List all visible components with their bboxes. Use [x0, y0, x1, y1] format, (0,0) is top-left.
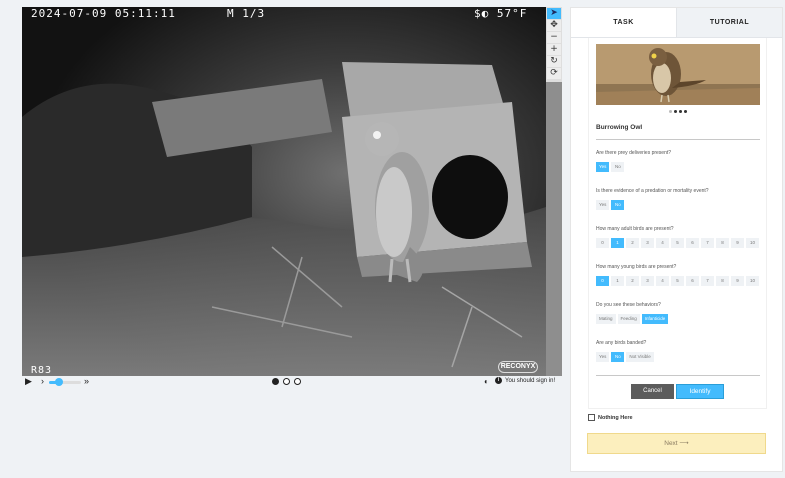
answer-option[interactable]: Yes: [596, 352, 610, 362]
panel-tabs: TASK TUTORIAL: [571, 8, 782, 38]
nothing-here-option[interactable]: Nothing Here: [588, 414, 633, 421]
answer-option[interactable]: 2: [626, 276, 639, 286]
photo-carousel-dots: [669, 110, 687, 113]
step-icon[interactable]: ›: [41, 376, 44, 386]
classify-page: 2024-07-09 05:11:11 M 1/3 $◐ 57°F R83 RE…: [0, 0, 785, 478]
divider: [596, 375, 760, 376]
answer-options: Yes No: [596, 200, 625, 210]
frame-selector: [272, 378, 301, 385]
answer-options: Mating Feeding Infanticide: [596, 314, 669, 324]
carousel-dot[interactable]: [669, 110, 672, 113]
cancel-button[interactable]: Cancel: [631, 384, 674, 399]
camera-trap-image[interactable]: 2024-07-09 05:11:11 M 1/3 $◐ 57°F R83 RE…: [22, 7, 546, 376]
answer-option[interactable]: 3: [641, 276, 654, 286]
task-panel: TASK TUTORIAL Burrowing Owl Are there pr…: [570, 7, 783, 472]
answer-option[interactable]: 10: [746, 238, 759, 248]
camera-brand-logo: RECONYX: [498, 361, 538, 373]
owl-photo-graphic: [596, 44, 760, 105]
answer-option[interactable]: Not Visible: [626, 352, 654, 362]
question-label: Is there evidence of a predation or mort…: [596, 188, 709, 194]
answer-option[interactable]: Feeding: [617, 314, 640, 324]
answer-option[interactable]: 0: [596, 238, 609, 248]
carousel-dot[interactable]: [684, 110, 687, 113]
contrast-icon[interactable]: ◐: [484, 377, 489, 386]
camera-timestamp: 2024-07-09 05:11:11: [31, 7, 176, 20]
answer-option[interactable]: 1: [611, 276, 624, 286]
frame-dot[interactable]: [272, 378, 279, 385]
camera-id: R83: [31, 365, 53, 376]
answer-option[interactable]: Infanticide: [641, 314, 669, 324]
answer-option[interactable]: 5: [671, 276, 684, 286]
answer-option[interactable]: Mating: [596, 314, 616, 324]
answer-option[interactable]: 8: [716, 238, 729, 248]
species-photo[interactable]: [596, 44, 760, 105]
answer-option[interactable]: No: [611, 200, 625, 210]
answer-option[interactable]: 6: [686, 276, 699, 286]
answer-option[interactable]: 3: [641, 238, 654, 248]
question-label: Do you see these behaviors?: [596, 302, 661, 308]
answer-option[interactable]: 0: [596, 276, 609, 286]
moon-phase-icon: $◐: [474, 7, 497, 20]
fast-forward-icon[interactable]: »: [84, 376, 89, 386]
carousel-dot[interactable]: [679, 110, 682, 113]
answer-option[interactable]: 5: [671, 238, 684, 248]
night-scene-graphic: [22, 7, 546, 376]
answer-option[interactable]: Yes: [596, 200, 610, 210]
answer-option[interactable]: 6: [686, 238, 699, 248]
nothing-here-checkbox[interactable]: [588, 414, 595, 421]
frame-dot[interactable]: [294, 378, 301, 385]
move-tool[interactable]: ✥: [547, 20, 561, 31]
signin-prompt[interactable]: You should sign in!: [505, 378, 555, 384]
answer-option[interactable]: 4: [656, 238, 669, 248]
question-label: How many adult birds are present?: [596, 226, 674, 232]
tab-tutorial[interactable]: TUTORIAL: [676, 8, 782, 37]
answer-option[interactable]: 9: [731, 276, 744, 286]
answer-options: 0 1 2 3 4 5 6 7 8 9 10: [596, 276, 759, 286]
next-button[interactable]: Next ⟶: [587, 433, 766, 454]
tab-task[interactable]: TASK: [571, 8, 676, 37]
reset-tool[interactable]: ⟳: [547, 68, 561, 79]
answer-options: 0 1 2 3 4 5 6 7 8 9 10: [596, 238, 759, 248]
answer-option[interactable]: No: [611, 352, 625, 362]
zoom-in-tool[interactable]: +: [547, 44, 561, 55]
divider: [596, 139, 760, 140]
subject-viewer: 2024-07-09 05:11:11 M 1/3 $◐ 57°F R83 RE…: [22, 7, 562, 376]
viewer-controls: ▶ › » ◐ i You should sign in!: [22, 376, 562, 388]
answer-option[interactable]: 8: [716, 276, 729, 286]
info-icon[interactable]: i: [495, 377, 502, 384]
camera-temperature: $◐ 57°F: [474, 7, 527, 20]
answer-option[interactable]: 2: [626, 238, 639, 248]
answer-option[interactable]: 4: [656, 276, 669, 286]
answer-option[interactable]: Yes: [596, 162, 610, 172]
answer-option[interactable]: 7: [701, 276, 714, 286]
answer-option[interactable]: No: [611, 162, 625, 172]
temperature-value: 57°F: [496, 7, 528, 20]
answer-option[interactable]: 10: [746, 276, 759, 286]
identify-button[interactable]: Identify: [676, 384, 724, 399]
species-name: Burrowing Owl: [596, 124, 643, 131]
answer-options: Yes No: [596, 162, 625, 172]
speed-slider-knob[interactable]: [54, 378, 63, 386]
answer-option[interactable]: 1: [611, 238, 624, 248]
pointer-tool[interactable]: ➤: [547, 8, 561, 19]
rotate-tool[interactable]: ↻: [547, 56, 561, 67]
camera-frame-label: M 1/3: [227, 7, 266, 20]
answer-option[interactable]: 7: [701, 238, 714, 248]
question-label: How many young birds are present?: [596, 264, 677, 270]
zoom-out-tool[interactable]: −: [547, 32, 561, 43]
image-toolbar: ➤ ✥ − + ↻ ⟳: [546, 7, 562, 82]
answer-options: Yes No Not Visible: [596, 352, 654, 362]
species-detail: Burrowing Owl Are there prey deliveries …: [588, 38, 767, 409]
carousel-dot[interactable]: [674, 110, 677, 113]
question-label: Are any birds banded?: [596, 340, 647, 346]
play-icon[interactable]: ▶: [25, 376, 32, 387]
frame-dot[interactable]: [283, 378, 290, 385]
answer-option[interactable]: 9: [731, 238, 744, 248]
nothing-here-label: Nothing Here: [598, 414, 633, 421]
question-label: Are there prey deliveries present?: [596, 150, 672, 156]
